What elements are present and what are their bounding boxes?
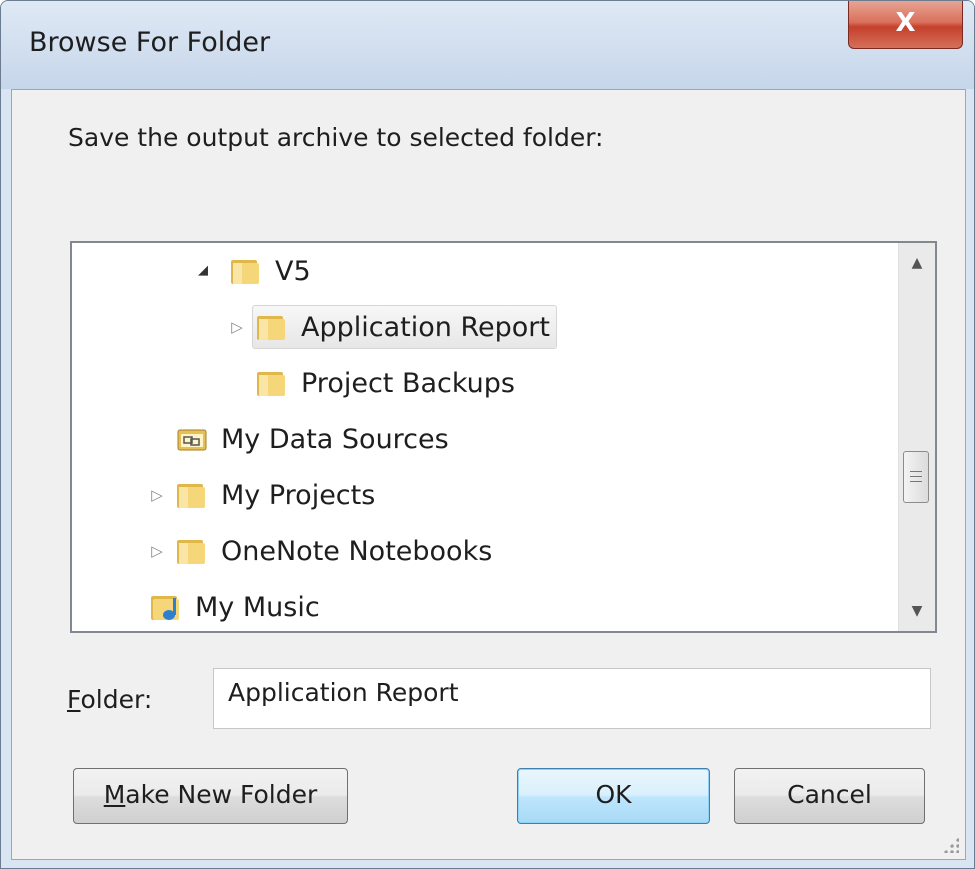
tree-item-content: My Music: [146, 585, 327, 629]
expand-triangle-icon[interactable]: ▷: [150, 542, 164, 560]
tree-item-label: My Data Sources: [221, 423, 449, 455]
folder-icon: [177, 540, 205, 564]
folder-label-text: older:: [80, 685, 153, 714]
window-title: Browse For Folder: [29, 27, 271, 58]
tree-item-content: My Data Sources: [172, 417, 456, 461]
tree-item-content: Project Backups: [252, 361, 522, 405]
make-new-folder-label: ake New Folder: [125, 780, 318, 809]
scroll-up-arrow-icon[interactable]: ▲: [899, 245, 935, 281]
tree-item[interactable]: ◢ V5: [198, 248, 318, 294]
folder-icon: [231, 260, 259, 284]
thumb-grip-line: [910, 476, 922, 477]
close-button[interactable]: X: [848, 1, 963, 49]
folder-tree[interactable]: ◢ V5 ▷ Application Report Project Backup…: [70, 241, 937, 633]
dialog-prompt: Save the output archive to selected fold…: [68, 123, 604, 152]
expand-triangle-icon[interactable]: ▷: [230, 318, 244, 336]
data-sources-folder-icon: [177, 429, 207, 451]
folder-label-mnemonic: F: [67, 685, 81, 714]
scroll-down-arrow-icon[interactable]: ▼: [899, 593, 935, 629]
tree-item-content: V5: [226, 249, 318, 293]
folder-name-input[interactable]: [213, 668, 931, 729]
tree-item-content: OneNote Notebooks: [172, 529, 499, 573]
tree-item-selected[interactable]: ▷ Application Report: [230, 304, 557, 350]
ok-button[interactable]: OK: [517, 768, 710, 824]
tree-item-label: My Music: [195, 591, 320, 623]
thumb-grip-line: [910, 471, 922, 472]
tree-item[interactable]: My Music: [146, 584, 327, 630]
tree-item-content: Application Report: [252, 305, 557, 349]
dialog-body: Save the output archive to selected fold…: [11, 89, 966, 860]
cancel-button[interactable]: Cancel: [734, 768, 925, 824]
tree-item-label: Project Backups: [301, 367, 515, 399]
resize-grip-icon[interactable]: [943, 837, 959, 853]
tree-item-label: My Projects: [221, 479, 376, 511]
title-bar[interactable]: Browse For Folder X: [1, 1, 974, 89]
tree-item-content: My Projects: [172, 473, 382, 517]
tree-item[interactable]: My Data Sources: [172, 416, 456, 462]
tree-scrollbar[interactable]: ▲ ▼: [898, 243, 935, 631]
tree-item-label: Application Report: [301, 311, 550, 343]
folder-label: Folder:: [67, 685, 152, 714]
tree-item[interactable]: ▷ My Projects: [150, 472, 382, 518]
thumb-grip-line: [910, 481, 922, 482]
make-new-folder-button[interactable]: Make New Folder: [73, 768, 348, 824]
tree-item[interactable]: Project Backups: [252, 360, 522, 406]
tree-item-label: V5: [275, 255, 311, 287]
folder-icon: [257, 372, 285, 396]
make-new-folder-mnemonic: M: [103, 780, 126, 809]
folder-icon: [257, 316, 285, 340]
folder-icon: [177, 484, 205, 508]
tree-item[interactable]: ▷ OneNote Notebooks: [150, 528, 499, 574]
tree-item-label: OneNote Notebooks: [221, 535, 493, 567]
collapse-triangle-icon[interactable]: ◢: [196, 262, 210, 280]
expand-triangle-icon[interactable]: ▷: [150, 486, 164, 504]
music-folder-icon: [151, 596, 179, 620]
scrollbar-thumb[interactable]: [903, 451, 929, 503]
browse-for-folder-dialog: Browse For Folder X Save the output arch…: [0, 0, 975, 869]
